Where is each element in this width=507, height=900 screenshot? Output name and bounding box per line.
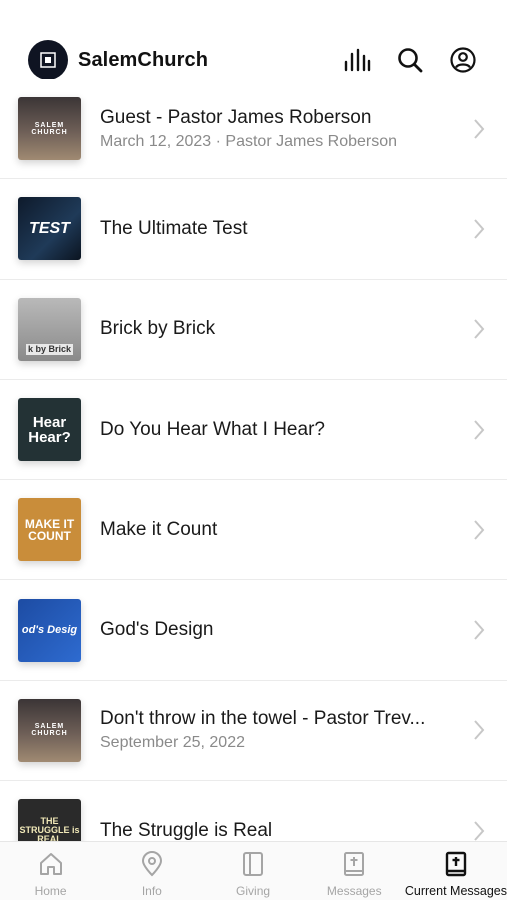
message-text: God's Design (100, 619, 461, 641)
chevron-right-icon (471, 317, 487, 341)
list-item[interactable]: od's Desig God's Design (0, 580, 507, 681)
message-title: Don't throw in the towel - Pastor Trev..… (100, 708, 426, 730)
list-item[interactable]: SALEM CHURCH Guest - Pastor James Robers… (0, 79, 507, 180)
message-title: The Ultimate Test (100, 217, 248, 239)
message-thumbnail: SALEM CHURCH (18, 97, 81, 161)
bottom-tab-bar: Home Info Giving Messages Current Messag… (0, 841, 507, 900)
message-title: The Struggle is Real (100, 819, 273, 841)
book-panel-icon (242, 850, 264, 878)
message-text: Guest - Pastor James Roberson March 12, … (100, 107, 461, 151)
list-item[interactable]: THE STRUGGLE is REAL The Struggle is Rea… (0, 781, 507, 841)
location-pin-icon (140, 850, 164, 878)
header-actions (343, 46, 477, 74)
chevron-right-icon (471, 618, 487, 642)
thumbnail-text: TEST (29, 219, 70, 237)
thumbnail-text: SALEM CHURCH (31, 723, 68, 738)
thumbnail-text: THE STRUGGLE is REAL (19, 816, 80, 841)
tab-home[interactable]: Home (0, 842, 101, 900)
thumbnail-text: Hear Hear? (28, 413, 71, 446)
tab-label: Info (141, 884, 162, 898)
tab-info[interactable]: Info (101, 842, 202, 900)
message-list[interactable]: SALEM CHURCH Guest - Pastor James Robers… (0, 79, 507, 841)
list-item[interactable]: k by Brick Brick by Brick (0, 279, 507, 380)
message-text: The Struggle is Real (100, 820, 461, 841)
chevron-right-icon (471, 518, 487, 542)
chevron-right-icon (471, 718, 487, 742)
message-thumbnail: Hear Hear? (18, 398, 81, 462)
message-text: Do You Hear What I Hear? (100, 419, 461, 441)
list-item[interactable]: MAKE IT COUNT Make it Count (0, 480, 507, 581)
bible-icon (343, 850, 365, 878)
message-thumbnail: k by Brick (18, 297, 81, 361)
message-text: Brick by Brick (100, 318, 461, 340)
message-thumbnail: TEST (18, 197, 81, 261)
message-title: Guest - Pastor James Roberson (100, 106, 372, 128)
chevron-right-icon (471, 418, 487, 442)
message-thumbnail: od's Desig (18, 598, 81, 662)
tab-current-messages[interactable]: Current Messages (405, 842, 507, 900)
thumbnail-text: SALEM CHURCH (31, 121, 68, 136)
chevron-right-icon (471, 117, 487, 141)
list-item[interactable]: TEST The Ultimate Test (0, 179, 507, 280)
chevron-right-icon (471, 819, 487, 841)
message-text: Make it Count (100, 519, 461, 541)
bible-icon (445, 850, 467, 878)
message-text: Don't throw in the towel - Pastor Trev..… (100, 708, 461, 752)
message-thumbnail: SALEM CHURCH (18, 698, 81, 762)
tab-label: Giving (236, 884, 271, 898)
account-icon[interactable] (449, 46, 477, 74)
message-title: Do You Hear What I Hear? (100, 418, 325, 440)
message-thumbnail: THE STRUGGLE is REAL (18, 799, 81, 841)
audio-bars-icon[interactable] (343, 46, 371, 74)
message-title: God's Design (100, 619, 214, 641)
message-title: Make it Count (100, 518, 218, 540)
message-text: The Ultimate Test (100, 218, 461, 240)
list-item[interactable]: SALEM CHURCH Don't throw in the towel - … (0, 680, 507, 782)
message-subtitle: September 25, 2022 (100, 734, 245, 752)
list-item[interactable]: Hear Hear? Do You Hear What I Hear? (0, 379, 507, 481)
thumbnail-text: k by Brick (25, 343, 74, 355)
tab-label: Messages (326, 884, 382, 898)
home-icon (38, 850, 64, 878)
tab-label: Current Messages (404, 884, 507, 898)
app-title: SalemChurch (78, 48, 209, 71)
church-logo[interactable] (28, 40, 68, 80)
message-title: Brick by Brick (100, 318, 216, 340)
search-icon[interactable] (396, 46, 424, 74)
message-thumbnail: MAKE IT COUNT (18, 498, 81, 562)
thumbnail-text: MAKE IT COUNT (24, 516, 75, 543)
tab-messages[interactable]: Messages (304, 842, 405, 900)
chevron-right-icon (471, 217, 487, 241)
message-subtitle: March 12, 2023 · Pastor James Roberson (100, 132, 398, 150)
thumbnail-text: od's Desig (21, 623, 78, 636)
tab-giving[interactable]: Giving (202, 842, 303, 900)
tab-label: Home (34, 884, 67, 898)
